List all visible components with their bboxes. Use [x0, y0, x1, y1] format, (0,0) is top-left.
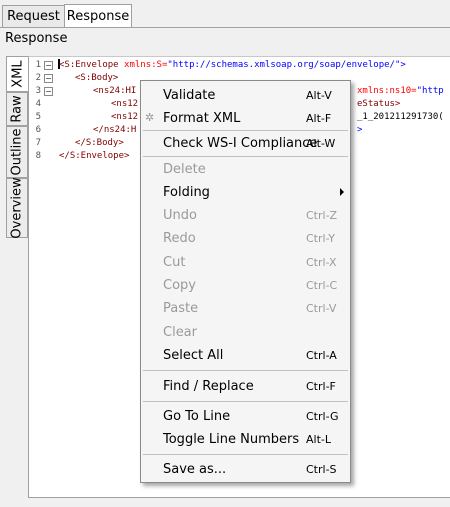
xml-value: "http://schemas.xmlsoap.org/soap/envelop… [167, 60, 401, 70]
menu-label: Clear [163, 325, 197, 340]
menu-item-undo[interactable]: Undo Ctrl-Z [141, 205, 350, 227]
menu-item-format-xml[interactable]: ✲ Format XML Alt-F [141, 108, 350, 130]
menu-item-folding[interactable]: Folding [141, 182, 350, 204]
fold-toggle-icon[interactable]: − [44, 87, 53, 96]
code-line-5: <ns12 [111, 112, 139, 122]
menu-label: Go To Line [163, 409, 231, 424]
tab-raw-label: Raw [9, 95, 25, 123]
xml-attribute: xmlns:ns10= [357, 86, 417, 96]
tab-response[interactable]: Response [64, 4, 132, 28]
code-line-6: </ns24:H [93, 125, 137, 135]
xml-bracket: > [400, 60, 406, 70]
menu-item-cut[interactable]: Cut Ctrl-X [141, 252, 350, 274]
menu-label: Toggle Line Numbers [163, 432, 300, 447]
menu-item-delete[interactable]: Delete [141, 159, 350, 181]
tab-xml[interactable]: XML [6, 56, 28, 92]
menu-shortcut: Alt-V [306, 89, 332, 102]
code-line-8: </S:Envelope> [59, 151, 130, 161]
line-gutter: 1 2 3 4 5 6 7 8 − − − [29, 57, 57, 497]
menu-shortcut: Ctrl-Z [306, 209, 338, 222]
line-number: 8 [35, 151, 41, 161]
menu-item-save-as[interactable]: Save as... Ctrl-S [141, 459, 350, 481]
menu-item-paste[interactable]: Paste Ctrl-V [141, 298, 350, 320]
line-number: 5 [35, 112, 41, 122]
menu-item-validate[interactable]: Validate Alt-V [141, 85, 350, 107]
xml-tag: <S:Envelope [59, 60, 125, 70]
panel-title: Response [5, 31, 68, 46]
menu-separator [143, 130, 348, 131]
menu-separator [143, 401, 348, 402]
fold-toggle-icon[interactable]: − [44, 61, 53, 70]
menu-label: Validate [163, 88, 216, 103]
code-line-3-tail: xmlns:ns10="http [357, 86, 444, 96]
tab-divider [0, 27, 450, 28]
menu-label: Find / Replace [163, 379, 254, 394]
menu-shortcut: Ctrl-F [306, 380, 336, 393]
menu-label: Paste [163, 301, 199, 316]
menu-label: Copy [163, 278, 196, 293]
menu-shortcut: Ctrl-S [306, 463, 337, 476]
xml-attribute: xmlns:S= [124, 60, 168, 70]
code-line-3: <ns24:HI [93, 86, 137, 96]
menu-shortcut: Ctrl-A [306, 349, 337, 362]
menu-shortcut: Ctrl-V [306, 302, 337, 315]
menu-shortcut: Alt-L [306, 433, 331, 446]
menu-shortcut: Ctrl-G [306, 410, 339, 423]
code-line-6-tail: > [357, 125, 363, 135]
menu-item-toggle-line-numbers[interactable]: Toggle Line Numbers Alt-L [141, 429, 350, 451]
menu-label: Save as... [163, 462, 227, 477]
menu-item-go-to-line[interactable]: Go To Line Ctrl-G [141, 406, 350, 428]
code-line-7: </S:Body> [75, 138, 124, 148]
menu-item-select-all[interactable]: Select All Ctrl-A [141, 345, 350, 367]
menu-label: Format XML [163, 111, 241, 126]
menu-item-copy[interactable]: Copy Ctrl-C [141, 275, 350, 297]
menu-item-find-replace[interactable]: Find / Replace Ctrl-F [141, 376, 350, 398]
tab-request[interactable]: Request [2, 5, 65, 27]
menu-separator [143, 454, 348, 455]
code-line-4: <ns12 [111, 99, 139, 109]
line-number: 3 [35, 86, 41, 96]
line-number: 4 [35, 99, 41, 109]
line-number: 2 [35, 73, 41, 83]
tab-xml-label: XML [10, 60, 25, 88]
code-line-2: <S:Body> [75, 73, 119, 83]
editor-tab-bar: Request Response [0, 0, 450, 28]
menu-shortcut: Ctrl-X [306, 256, 337, 269]
menu-label: Check WS-I Compliance [163, 136, 318, 151]
fold-toggle-icon[interactable]: − [44, 74, 53, 83]
tab-overview[interactable]: Overview [6, 177, 28, 239]
code-line-4-tail: eStatus> [357, 99, 401, 109]
menu-label: Folding [163, 185, 210, 200]
menu-shortcut: Ctrl-Y [306, 232, 335, 245]
menu-separator [143, 156, 348, 157]
tab-outline-label: Outline [9, 128, 25, 176]
menu-separator [143, 370, 348, 371]
menu-label: Select All [163, 348, 224, 363]
code-line-1: <S:Envelope xmlns:S="http://schemas.xmls… [59, 60, 406, 70]
tab-raw[interactable]: Raw [6, 92, 28, 126]
menu-item-clear[interactable]: Clear [141, 322, 350, 344]
submenu-arrow-icon [340, 188, 344, 196]
menu-label: Cut [163, 255, 186, 270]
menu-shortcut: Alt-F [306, 112, 332, 125]
tab-overview-label: Overview [9, 177, 25, 239]
menu-shortcut: Alt-W [306, 137, 336, 150]
menu-item-check-wsi[interactable]: Check WS-I Compliance Alt-W [141, 133, 350, 155]
context-menu: Validate Alt-V ✲ Format XML Alt-F Check WS-… [140, 80, 351, 483]
menu-shortcut: Ctrl-C [306, 279, 338, 292]
tab-outline[interactable]: Outline [6, 126, 28, 178]
line-number: 1 [35, 60, 41, 70]
line-number: 7 [35, 138, 41, 148]
format-icon: ✲ [145, 111, 155, 124]
code-line-5-tail: _1_201211291730( [357, 112, 444, 122]
menu-label: Undo [163, 208, 197, 223]
xml-value: "http [416, 86, 444, 96]
menu-label: Redo [163, 231, 196, 246]
menu-label: Delete [163, 162, 206, 177]
line-number: 6 [35, 125, 41, 135]
menu-item-redo[interactable]: Redo Ctrl-Y [141, 228, 350, 250]
